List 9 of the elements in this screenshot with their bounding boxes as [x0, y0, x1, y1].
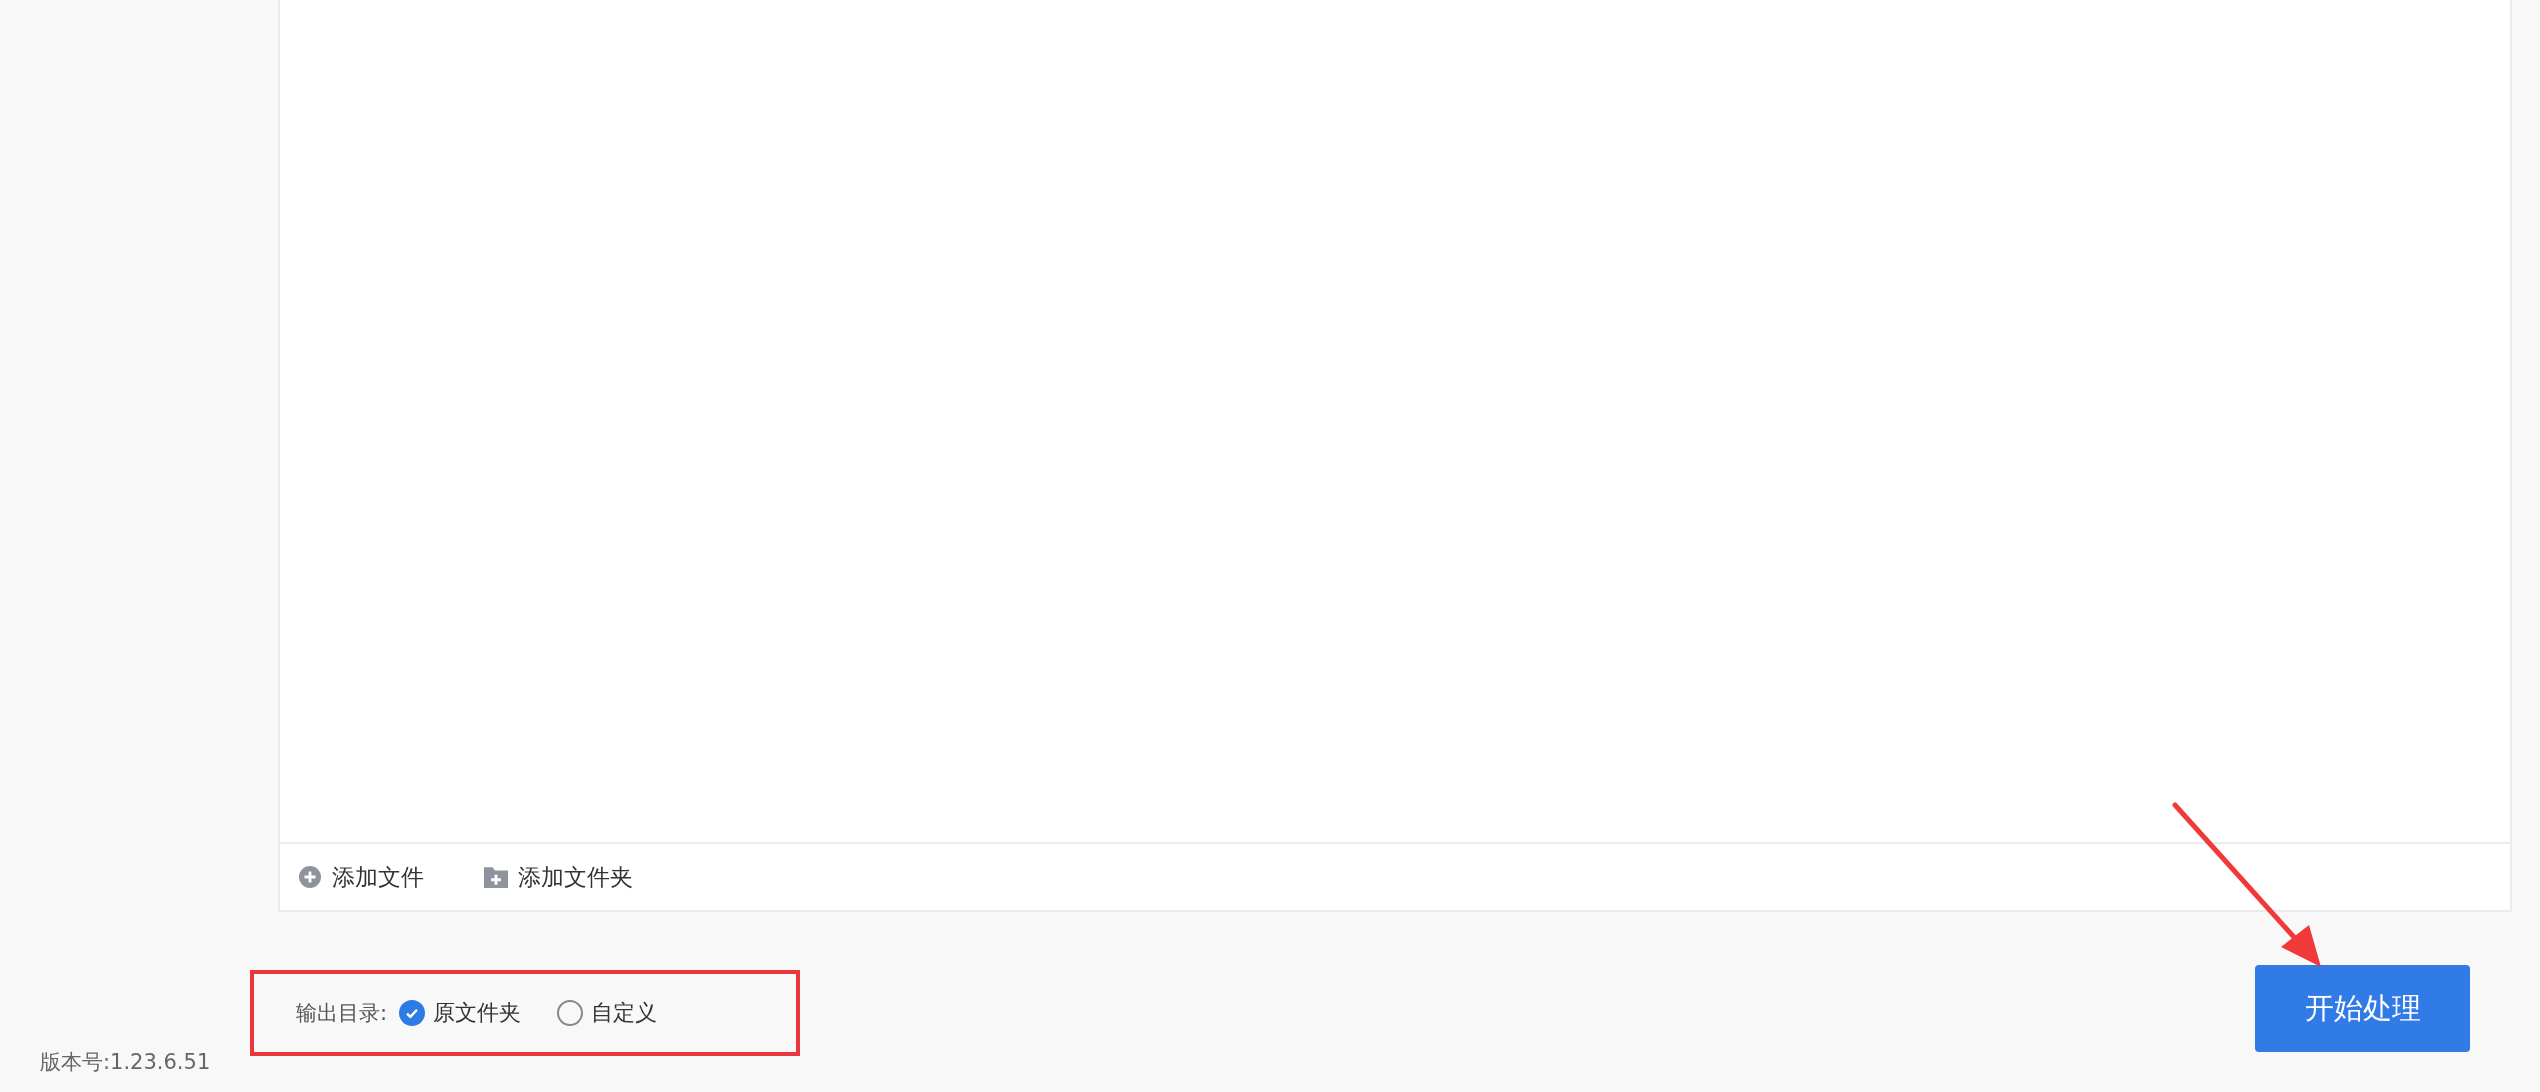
version-label: 版本号:1.23.6.51 — [40, 1049, 211, 1076]
add-folder-button[interactable]: 添加文件夹 — [484, 861, 633, 893]
folder-plus-icon — [484, 866, 508, 888]
plus-circle-icon — [298, 866, 322, 888]
radio-option[interactable]: 自定义 — [557, 998, 658, 1028]
add-file-button[interactable]: 添加文件 — [298, 861, 424, 893]
start-button[interactable]: 开始处理 — [2255, 965, 2470, 1052]
radio-option[interactable]: 原文件夹 — [399, 998, 522, 1028]
output-directory-label: 输出目录: — [296, 1000, 388, 1027]
